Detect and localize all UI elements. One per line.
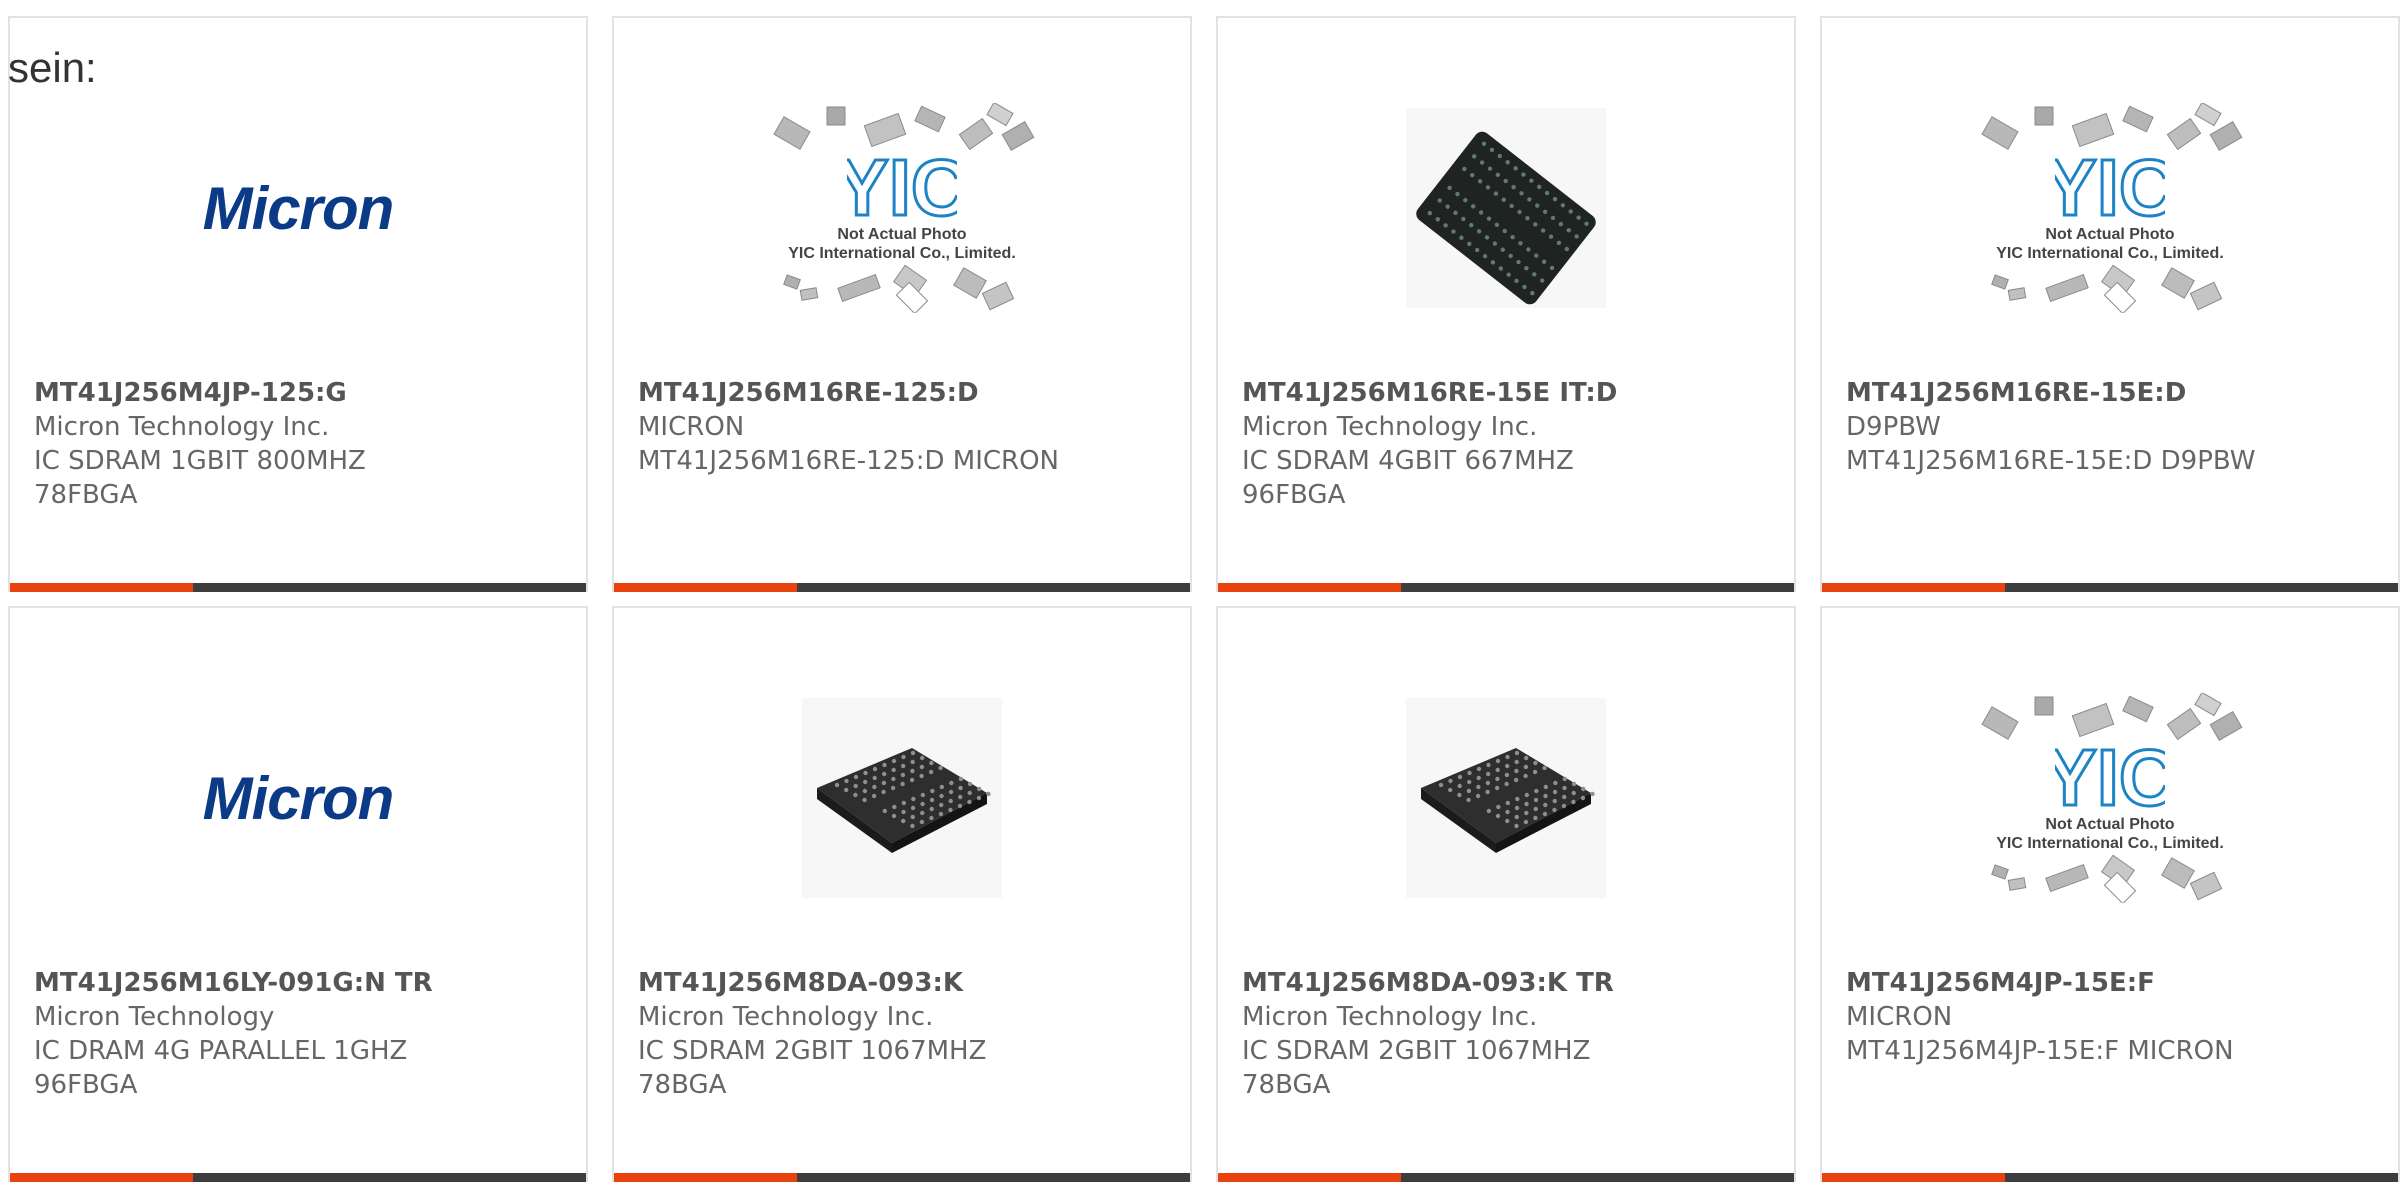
part-number[interactable]: MT41J256M16RE-15E:D bbox=[1846, 376, 2382, 410]
placeholder-caption: Not Actual Photo bbox=[2045, 816, 2175, 833]
yic-logo: YIC bbox=[847, 153, 957, 225]
product-info: MT41J256M16LY-091G:N TR Micron Technology… bbox=[34, 966, 570, 1102]
card-bottom-bar bbox=[10, 583, 586, 592]
micron-logo: Micron bbox=[202, 764, 395, 832]
product-description: IC SDRAM 1GBIT 800MHZ bbox=[34, 446, 366, 476]
component-icons bbox=[1991, 854, 2223, 903]
product-description: 96FBGA bbox=[34, 1070, 138, 1100]
product-description: 96FBGA bbox=[1242, 480, 1346, 510]
part-number[interactable]: MT41J256M8DA-093:K TR bbox=[1242, 966, 1778, 1000]
yic-logo: YIC bbox=[2055, 153, 2165, 225]
micron-logo: Micron bbox=[202, 174, 395, 242]
card-accent-bar bbox=[614, 583, 797, 592]
placeholder-image: YICNot Actual Photo YIC International Co.… bbox=[1960, 693, 2260, 903]
placeholder-caption: Not Actual Photo bbox=[2045, 226, 2175, 243]
product-description: IC SDRAM 4GBIT 667MHZ bbox=[1242, 446, 1574, 476]
manufacturer: Micron Technology Inc. bbox=[1242, 1002, 1538, 1032]
product-image[interactable] bbox=[1218, 88, 1794, 328]
part-number[interactable]: MT41J256M4JP-15E:F bbox=[1846, 966, 2382, 1000]
part-number[interactable]: MT41J256M16RE-125:D bbox=[638, 376, 1174, 410]
product-card[interactable]: Micron MT41J256M16LY-091G:N TR Micron Tech… bbox=[8, 606, 588, 1182]
product-description: 78BGA bbox=[1242, 1070, 1331, 1100]
product-image[interactable]: YICNot Actual Photo YIC International Co.… bbox=[614, 88, 1190, 328]
product-image[interactable]: YICNot Actual Photo YIC International Co.… bbox=[1822, 88, 2398, 328]
card-bottom-bar bbox=[10, 1173, 586, 1182]
intro-text: sein: bbox=[8, 44, 97, 91]
card-bottom-bar bbox=[1822, 583, 2398, 592]
product-card[interactable]: YICNot Actual Photo YIC International Co.… bbox=[612, 16, 1192, 592]
svg-text:YIC: YIC bbox=[2055, 743, 2165, 815]
product-description: IC SDRAM 2GBIT 1067MHZ bbox=[1242, 1036, 1591, 1066]
product-description: MT41J256M4JP-15E:F MICRON bbox=[1846, 1036, 2234, 1066]
card-accent-bar bbox=[1218, 583, 1401, 592]
product-image[interactable] bbox=[1218, 678, 1794, 918]
product-card[interactable]: MT41J256M8DA-093:K TR Micron Technology I… bbox=[1216, 606, 1796, 1182]
card-accent-bar bbox=[1822, 583, 2005, 592]
placeholder-caption: YIC International Co., Limited. bbox=[1996, 835, 2224, 852]
product-card[interactable]: YICNot Actual Photo YIC International Co.… bbox=[1820, 16, 2400, 592]
card-bottom-bar bbox=[1822, 1173, 2398, 1182]
product-description: IC DRAM 4G PARALLEL 1GHZ bbox=[34, 1036, 408, 1066]
product-card[interactable]: MT41J256M16RE-15E IT:D Micron Technology … bbox=[1216, 16, 1796, 592]
card-accent-bar bbox=[10, 1173, 193, 1182]
card-bottom-bar bbox=[1218, 583, 1794, 592]
component-icons bbox=[1981, 693, 2243, 741]
product-card[interactable]: MT41J256M8DA-093:K Micron Technology Inc.… bbox=[612, 606, 1192, 1182]
svg-text:YIC: YIC bbox=[847, 153, 957, 225]
component-icons bbox=[1981, 103, 2243, 151]
card-accent-bar bbox=[614, 1173, 797, 1182]
card-bottom-bar bbox=[614, 1173, 1190, 1182]
card-accent-bar bbox=[1822, 1173, 2005, 1182]
card-accent-bar bbox=[1218, 1173, 1401, 1182]
component-icons bbox=[1991, 264, 2223, 313]
product-image[interactable]: Micron bbox=[10, 88, 586, 328]
product-card[interactable]: Micron MT41J256M4JP-125:G Micron Technolog… bbox=[8, 16, 588, 592]
product-info: MT41J256M8DA-093:K TR Micron Technology I… bbox=[1242, 966, 1778, 1102]
product-description: IC SDRAM 2GBIT 1067MHZ bbox=[638, 1036, 987, 1066]
part-number[interactable]: MT41J256M16RE-15E IT:D bbox=[1242, 376, 1778, 410]
product-info: MT41J256M4JP-15E:F MICRON MT41J256M4JP-15E… bbox=[1846, 966, 2382, 1068]
placeholder-caption: YIC International Co., Limited. bbox=[788, 245, 1016, 262]
bga-chip-image bbox=[802, 698, 1002, 898]
placeholder-image: YICNot Actual Photo YIC International Co.… bbox=[752, 103, 1052, 313]
bga-chip-image bbox=[1406, 108, 1606, 308]
product-info: MT41J256M16RE-125:D MICRON MT41J256M16RE-1… bbox=[638, 376, 1174, 478]
product-info: MT41J256M16RE-15E:D D9PBW MT41J256M16RE-15… bbox=[1846, 376, 2382, 478]
component-icons bbox=[783, 264, 1015, 313]
product-card[interactable]: YICNot Actual Photo YIC International Co.… bbox=[1820, 606, 2400, 1182]
product-description: 78BGA bbox=[638, 1070, 727, 1100]
bga-chip-image bbox=[1406, 698, 1606, 898]
part-number[interactable]: MT41J256M8DA-093:K bbox=[638, 966, 1174, 1000]
manufacturer: Micron Technology Inc. bbox=[1242, 412, 1538, 442]
manufacturer: Micron Technology bbox=[34, 1002, 275, 1032]
card-accent-bar bbox=[10, 583, 193, 592]
placeholder-caption: Not Actual Photo bbox=[837, 226, 967, 243]
manufacturer: Micron Technology Inc. bbox=[638, 1002, 934, 1032]
manufacturer: MICRON bbox=[1846, 1002, 1953, 1032]
placeholder-image: YICNot Actual Photo YIC International Co.… bbox=[1960, 103, 2260, 313]
part-number[interactable]: MT41J256M16LY-091G:N TR bbox=[34, 966, 570, 1000]
product-image[interactable] bbox=[614, 678, 1190, 918]
card-bottom-bar bbox=[614, 583, 1190, 592]
manufacturer: Micron Technology Inc. bbox=[34, 412, 330, 442]
product-description: MT41J256M16RE-125:D MICRON bbox=[638, 446, 1059, 476]
product-image[interactable]: YICNot Actual Photo YIC International Co.… bbox=[1822, 678, 2398, 918]
manufacturer: MICRON bbox=[638, 412, 745, 442]
part-number[interactable]: MT41J256M4JP-125:G bbox=[34, 376, 570, 410]
product-description: 78FBGA bbox=[34, 480, 138, 510]
product-info: MT41J256M8DA-093:K Micron Technology Inc.… bbox=[638, 966, 1174, 1102]
product-info: MT41J256M16RE-15E IT:D Micron Technology … bbox=[1242, 376, 1778, 512]
card-bottom-bar bbox=[1218, 1173, 1794, 1182]
product-description: MT41J256M16RE-15E:D D9PBW bbox=[1846, 446, 2256, 476]
manufacturer: D9PBW bbox=[1846, 412, 1941, 442]
product-info: MT41J256M4JP-125:G Micron Technology Inc.… bbox=[34, 376, 570, 512]
component-icons bbox=[773, 103, 1035, 151]
product-image[interactable]: Micron bbox=[10, 678, 586, 918]
placeholder-caption: YIC International Co., Limited. bbox=[1996, 245, 2224, 262]
svg-text:YIC: YIC bbox=[2055, 153, 2165, 225]
yic-logo: YIC bbox=[2055, 743, 2165, 815]
